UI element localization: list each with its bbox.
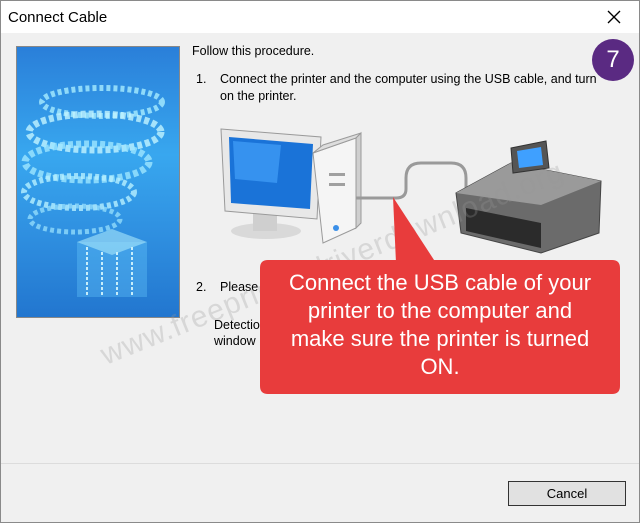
callout-text: Connect the USB cable of your printer to… [269, 269, 611, 381]
step-badge: 7 [592, 39, 634, 81]
cancel-button[interactable]: Cancel [508, 481, 626, 506]
callout-line4: ON. [420, 354, 460, 379]
footer-divider [1, 463, 639, 464]
detection-line2: window [214, 334, 256, 348]
decorative-side-image [16, 46, 180, 318]
callout-line3: make sure the printer is turned [290, 326, 590, 351]
connect-cable-dialog: Connect Cable Follow this procedure. 1. … [0, 0, 640, 523]
step1-line2: on the printer. [220, 89, 297, 103]
window-title: Connect Cable [8, 9, 108, 26]
close-button[interactable] [597, 4, 631, 30]
close-icon [607, 10, 621, 24]
dialog-content: Follow this procedure. 1. Connect the pr… [1, 33, 639, 463]
callout-pointer [393, 197, 436, 263]
monitor-icon [220, 128, 322, 239]
callout-line1: Connect the USB cable of your [288, 270, 592, 295]
callout-line2: printer to the computer and [307, 298, 573, 323]
step2-number: 2. [196, 280, 207, 294]
step1-number: 1. [196, 72, 207, 86]
step1-line1: Connect the printer and the computer usi… [220, 72, 597, 86]
pc-tower-icon [312, 131, 362, 244]
title-bar: Connect Cable [1, 1, 639, 33]
intro-text: Follow this procedure. [192, 44, 315, 58]
